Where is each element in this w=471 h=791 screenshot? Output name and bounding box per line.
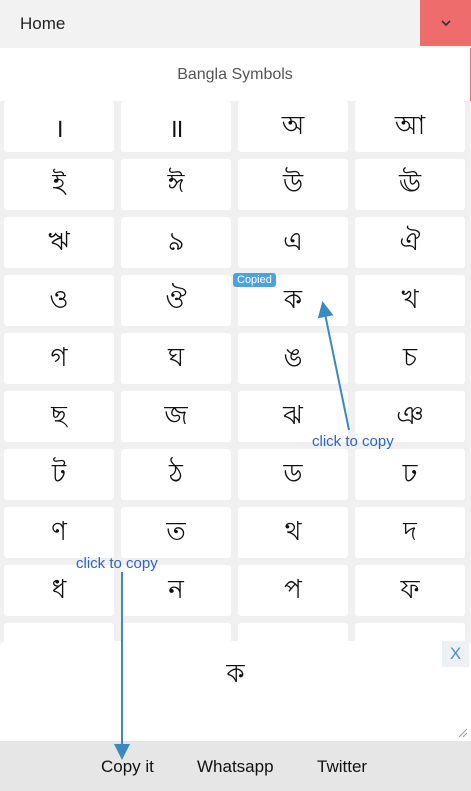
output-text[interactable]: ক	[0, 641, 471, 741]
clear-button[interactable]: X	[442, 641, 469, 667]
symbol-cell[interactable]: জ	[121, 391, 231, 442]
symbol-cell[interactable]: এ	[238, 217, 348, 268]
symbol-cell[interactable]: ছ	[4, 391, 114, 442]
symbol-cell[interactable]: খ	[355, 275, 465, 326]
symbol-cell[interactable]: প	[238, 565, 348, 616]
symbol-cell[interactable]: ফ	[355, 565, 465, 616]
chevron-down-icon	[440, 20, 451, 27]
page-title: Bangla Symbols	[177, 65, 293, 83]
symbol-cell[interactable]: ঈ	[121, 159, 231, 210]
symbol-cell[interactable]: ঔ	[121, 275, 231, 326]
home-link[interactable]: Home	[20, 14, 65, 34]
symbol-cell[interactable]: ঊ	[355, 159, 465, 210]
symbol-cell[interactable]: ণ	[4, 507, 114, 558]
grid-copy-hint: click to copy	[312, 433, 394, 450]
symbol-cell[interactable]: ড	[238, 449, 348, 500]
symbol-cell[interactable]: থ	[238, 507, 348, 558]
symbol-cell-partial[interactable]	[238, 623, 348, 641]
page-title-bar: Bangla Symbols	[0, 48, 471, 101]
symbol-cell[interactable]: ঘ	[121, 333, 231, 384]
symbol-cell[interactable]: ই	[4, 159, 114, 210]
symbol-cell[interactable]: ও	[4, 275, 114, 326]
copied-badge: Copied	[233, 273, 276, 287]
symbol-cell-partial[interactable]	[121, 623, 231, 641]
symbol-cell[interactable]: দ	[355, 507, 465, 558]
symbol-grid: । ॥ অ আ ই ঈ উ ঊ ঋ ৯ এ ঐ ও ঔ ক খ গ ঘ ঙ চ ছ জ ঝ ঞ ট ঠ ড ঢ ণ ত থ দ ধ ন প ফ	[4, 101, 465, 641]
symbol-cell[interactable]: ঠ	[121, 449, 231, 500]
symbol-cell[interactable]: ঋ	[4, 217, 114, 268]
top-bar: Home	[0, 0, 471, 49]
symbol-grid-container[interactable]: । ॥ অ আ ই ঈ উ ঊ ঋ ৯ এ ঐ ও ঔ ক খ গ ঘ ঙ চ ছ জ ঝ ঞ ট ঠ ড ঢ ণ ত থ দ ধ ন প ফ	[0, 101, 470, 641]
action-bar: Copy it Whatsapp Twitter	[0, 741, 471, 791]
symbol-cell[interactable]: ।	[4, 101, 114, 152]
copy-button[interactable]: Copy it	[101, 757, 154, 777]
symbol-cell[interactable]: অ	[238, 101, 348, 152]
symbol-cell[interactable]: ত	[121, 507, 231, 558]
whatsapp-share-button[interactable]: Whatsapp	[197, 757, 274, 777]
symbol-cell[interactable]: চ	[355, 333, 465, 384]
symbol-cell[interactable]: ৯	[121, 217, 231, 268]
symbol-cell[interactable]: ঐ	[355, 217, 465, 268]
symbol-cell[interactable]: ॥	[121, 101, 231, 152]
symbol-cell[interactable]: আ	[355, 101, 465, 152]
symbol-cell[interactable]: ঙ	[238, 333, 348, 384]
copy-button-hint: click to copy	[76, 555, 158, 572]
symbol-cell-partial[interactable]	[4, 623, 114, 641]
symbol-cell[interactable]: ধ	[4, 565, 114, 616]
symbol-cell[interactable]: উ	[238, 159, 348, 210]
menu-dropdown-button[interactable]	[420, 0, 471, 46]
resize-grip-icon[interactable]	[458, 728, 468, 738]
output-textarea[interactable]: ক	[0, 641, 471, 741]
symbol-cell[interactable]: গ	[4, 333, 114, 384]
symbol-cell[interactable]: ঢ	[355, 449, 465, 500]
twitter-share-button[interactable]: Twitter	[317, 757, 367, 777]
symbol-cell-partial[interactable]	[355, 623, 465, 641]
symbol-cell[interactable]: ন	[121, 565, 231, 616]
symbol-cell[interactable]: ট	[4, 449, 114, 500]
